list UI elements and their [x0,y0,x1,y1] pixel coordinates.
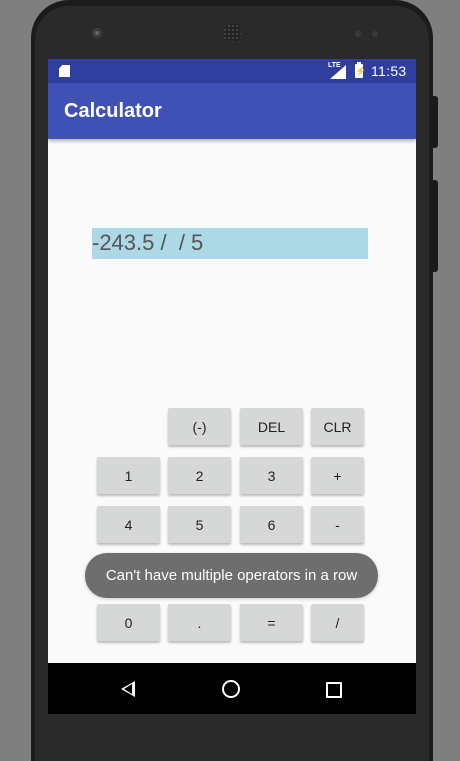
digit-4-button[interactable]: 4 [97,506,160,543]
digit-0-button[interactable]: 0 [97,604,160,641]
network-type-label: LTE [328,62,341,69]
battery-charging-icon [355,62,363,78]
equals-button[interactable]: = [240,604,303,641]
digit-5-button[interactable]: 5 [168,506,231,543]
app-bar: Calculator [48,83,416,139]
digit-1-button[interactable]: 1 [97,457,160,494]
front-camera-icon [92,28,102,38]
digit-6-button[interactable]: 6 [240,506,303,543]
power-button [433,96,438,148]
back-icon[interactable] [121,681,135,697]
digit-2-button[interactable]: 2 [168,457,231,494]
delete-button[interactable]: DEL [240,408,303,445]
clear-button[interactable]: CLR [311,408,364,445]
negate-button[interactable]: (-) [168,408,231,445]
sensor-icon [372,31,378,37]
app-title: Calculator [64,100,162,122]
clock: 11:53 [371,63,407,79]
calculator-display: -243.5 / / 5 [92,228,368,259]
minus-button[interactable]: - [311,506,364,543]
decimal-button[interactable]: . [168,604,231,641]
plus-button[interactable]: + [311,457,364,494]
sd-card-icon [59,65,70,77]
home-icon[interactable] [222,680,240,698]
navigation-bar [48,663,416,714]
screen: LTE 11:53 Calculator -243.5 / / 5 (-) DE… [48,59,416,714]
recent-apps-icon[interactable] [326,682,342,698]
display-value: -243.5 / / 5 [92,230,204,255]
speaker-grille-icon [223,24,241,42]
toast-message: Can't have multiple operators in a row [85,553,378,598]
divide-button[interactable]: / [311,604,364,641]
volume-button [433,180,438,272]
status-bar: LTE 11:53 [48,59,416,83]
digit-3-button[interactable]: 3 [240,457,303,494]
sensor-icon [355,31,361,37]
